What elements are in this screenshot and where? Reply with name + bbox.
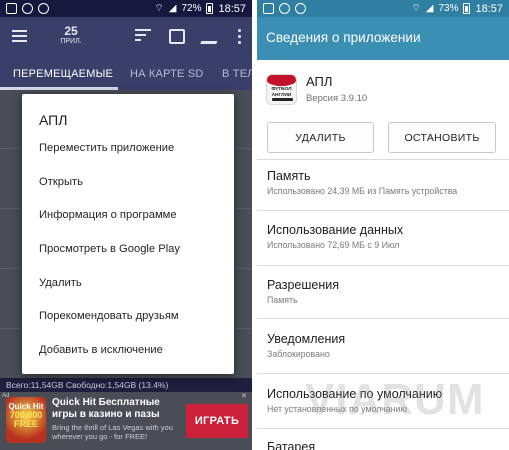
- menu-item-move-app[interactable]: Переместить приложение: [39, 142, 174, 154]
- app-name: АПЛ: [306, 74, 333, 89]
- clean-icon[interactable]: [200, 29, 222, 44]
- section-subtitle: Заблокировано: [267, 349, 330, 359]
- section-title: Использование данных: [267, 223, 404, 237]
- battery-percent: 73%: [438, 3, 459, 14]
- watermark: VIARUM: [305, 375, 485, 424]
- uninstall-button[interactable]: УДАЛИТЬ: [267, 122, 374, 153]
- wifi-icon: ⌔: [411, 3, 421, 14]
- app-count-unit: ПРИЛ.: [60, 38, 82, 45]
- signal-icon: ◢: [425, 3, 434, 14]
- section-subtitle: Использовано 72,69 МБ с 9 Июл: [267, 240, 400, 250]
- left-screen: ⌔ ◢ 72% 18:57 25 ПРИЛ. ПЕРЕМЕЩАЕМЫЕ НА К…: [0, 0, 252, 450]
- app-toolbar: 25 ПРИЛ.: [0, 17, 252, 57]
- section-notifications[interactable]: Уведомления Заблокировано: [257, 318, 509, 373]
- menu-item-add-exception[interactable]: Добавить в исключение: [39, 344, 163, 356]
- whatsapp-icon: [279, 3, 290, 14]
- section-title: Память: [267, 169, 311, 183]
- section-title: Уведомления: [267, 332, 346, 346]
- ad-text: Bring the thrill of Las Vegas with you w…: [52, 423, 173, 441]
- app-version: Версия 3.9.10: [306, 93, 368, 104]
- app-logo-icon: ФУТБОЛ АНГЛИИ: [266, 74, 297, 105]
- battery-icon: [463, 3, 471, 14]
- section-title: Разрешения: [267, 278, 340, 292]
- battery-percent: 72%: [181, 3, 202, 14]
- section-subtitle: Память: [267, 295, 298, 305]
- overflow-menu-icon[interactable]: [238, 29, 242, 47]
- menu-item-open[interactable]: Открыть: [39, 176, 83, 188]
- wifi-icon: ⌔: [154, 3, 164, 14]
- tab-movable[interactable]: ПЕРЕМЕЩАЕМЫЕ: [13, 68, 113, 80]
- battery-icon: [206, 3, 214, 14]
- phone-icon: [38, 3, 49, 14]
- batch-icon[interactable]: [169, 29, 185, 44]
- phone-icon: [295, 3, 306, 14]
- section-storage[interactable]: Память Использовано 24,39 МБ из Память у…: [257, 159, 509, 209]
- ad-logo-bottom: 700,000 FREE: [9, 410, 43, 429]
- menu-item-uninstall[interactable]: Удалить: [39, 277, 82, 289]
- section-battery[interactable]: Батарея: [257, 428, 509, 450]
- tab-on-phone[interactable]: В ТЕЛ: [222, 68, 252, 80]
- ad-banner[interactable]: Ad Quick Hit 700,000 FREE Quick Hit Бесп…: [0, 392, 252, 450]
- app-count: 25 ПРИЛ.: [56, 25, 86, 47]
- whatsapp-icon: [22, 3, 33, 14]
- ad-title: Quick Hit Бесплатные игры в казино и паз…: [52, 397, 160, 420]
- menu-item-app-info[interactable]: Информация о программе: [39, 209, 177, 221]
- tab-on-sd[interactable]: НА КАРТЕ SD: [130, 68, 204, 80]
- section-title: Батарея: [267, 440, 316, 450]
- image-icon: [263, 3, 274, 14]
- image-icon: [6, 3, 17, 14]
- sort-icon[interactable]: [135, 29, 151, 44]
- ad-logo: Quick Hit 700,000 FREE: [6, 397, 46, 443]
- menu-icon[interactable]: [12, 30, 27, 42]
- section-permissions[interactable]: Разрешения Память: [257, 265, 509, 318]
- app-logo-text: ФУТБОЛ АНГЛИИ: [271, 87, 292, 98]
- menu-item-recommend[interactable]: Порекомендовать друзьям: [39, 310, 179, 322]
- app-header: ФУТБОЛ АНГЛИИ АПЛ Версия 3.9.10: [257, 60, 509, 116]
- signal-icon: ◢: [168, 3, 177, 14]
- section-data-usage[interactable]: Использование данных Использовано 72,69 …: [257, 210, 509, 265]
- ad-close-icon[interactable]: ✕: [241, 393, 249, 401]
- menu-item-view-in-google-play[interactable]: Просмотреть в Google Play: [39, 243, 180, 255]
- dialog-title: АПЛ: [39, 112, 68, 128]
- storage-summary: Всего:11,54GB Свободно:1,54GB (13.4%): [0, 378, 252, 392]
- clock: 18:57: [475, 2, 503, 15]
- section-subtitle: Использовано 24,39 МБ из Память устройст…: [267, 186, 458, 196]
- context-dialog: АПЛ Переместить приложение Открыть Инфор…: [22, 94, 234, 374]
- ad-play-button[interactable]: ИГРАТЬ: [186, 404, 248, 438]
- app-info-toolbar: Сведения о приложении: [257, 17, 509, 60]
- app-count-number: 25: [64, 24, 78, 38]
- status-bar: ⌔ ◢ 72% 18:57: [0, 0, 252, 17]
- status-bar: ⌔ ◢ 73% 18:57: [257, 0, 509, 17]
- page-title: Сведения о приложении: [266, 30, 421, 45]
- force-stop-button[interactable]: ОСТАНОВИТЬ: [388, 122, 496, 153]
- clock: 18:57: [218, 2, 246, 15]
- tab-bar: ПЕРЕМЕЩАЕМЫЕ НА КАРТЕ SD В ТЕЛ: [0, 57, 252, 90]
